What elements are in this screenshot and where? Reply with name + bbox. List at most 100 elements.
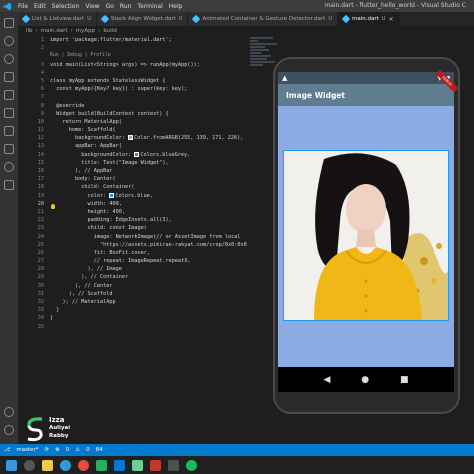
android-studio-icon[interactable] xyxy=(96,459,107,471)
line-number: 28 xyxy=(37,266,44,273)
app-taskbar-icon[interactable] xyxy=(150,459,161,471)
warning-count-icon[interactable]: ⚠ xyxy=(75,447,80,453)
sync-icon[interactable]: ⟳ xyxy=(45,447,50,453)
extensions-icon[interactable] xyxy=(4,90,14,100)
remote-explorer-icon[interactable] xyxy=(4,126,14,136)
android-nav-bar: ◀ ● ■ xyxy=(278,367,454,392)
line-number: 11 xyxy=(37,127,44,134)
account-icon[interactable] xyxy=(4,407,14,417)
count-badge: 84 xyxy=(95,447,103,453)
window-title: main.dart - flutter_hello_world - Visual… xyxy=(324,2,466,9)
line-number: 12 xyxy=(37,135,44,142)
line-number: 22 xyxy=(37,217,44,224)
brand-line2: Auliyai xyxy=(49,425,71,431)
app-bar-title: Image Widget xyxy=(286,90,345,100)
breadcrumb-item[interactable]: build xyxy=(103,28,117,34)
line-number: 26 xyxy=(37,249,44,256)
emulator-screen[interactable]: ▲ ▼◢▮ Image Widget DEBUG xyxy=(278,69,459,392)
spotify-icon[interactable] xyxy=(186,459,197,471)
menu-item-selection[interactable]: Selection xyxy=(52,3,80,10)
windows-taskbar xyxy=(0,456,474,474)
back-icon[interactable]: ◀ xyxy=(323,375,330,385)
tab-0[interactable]: List & Listview.dart U xyxy=(18,12,97,26)
warning-count: 0 xyxy=(86,447,90,453)
menu-item-file[interactable]: File xyxy=(18,3,28,10)
network-image xyxy=(284,151,448,320)
tab-1[interactable]: Stack Align Widget.dart U xyxy=(96,12,189,26)
testing-icon[interactable] xyxy=(4,108,14,118)
line-number: 27 xyxy=(37,258,44,265)
line-number: 32 xyxy=(37,299,44,305)
color-swatch-icon[interactable] xyxy=(109,192,115,198)
brand-line1: Izza xyxy=(49,416,65,424)
color-swatch-icon[interactable] xyxy=(128,135,134,141)
explorer-icon[interactable] xyxy=(4,18,14,28)
editor-tabs: List & Listview.dart U Stack Align Widget.… xyxy=(18,12,474,26)
untracked-badge: U xyxy=(178,16,183,22)
search-icon[interactable] xyxy=(4,36,14,46)
brand-logo: Izza Auliyai Rabby xyxy=(24,414,94,444)
menu-item-run[interactable]: Run xyxy=(120,3,132,10)
menu-bar: File Edit Selection View Go Run Terminal Help xyxy=(14,3,182,10)
gear-icon[interactable] xyxy=(4,425,14,435)
error-icon[interactable]: ⊗ xyxy=(55,447,60,453)
line-number xyxy=(18,52,46,60)
app-bar: Image Widget xyxy=(278,84,454,106)
run-debug-icon[interactable] xyxy=(4,72,14,82)
line-number: 17 xyxy=(37,176,44,183)
vscode-taskbar-icon[interactable] xyxy=(114,459,125,471)
line-number: 16 xyxy=(37,168,44,174)
menu-item-edit[interactable]: Edit xyxy=(34,3,46,10)
windows-start-icon[interactable] xyxy=(6,459,17,471)
breadcrumb-item[interactable]: myApp xyxy=(76,28,95,34)
line-number: 20 xyxy=(37,200,44,207)
image-container xyxy=(283,150,449,321)
chrome-icon[interactable] xyxy=(78,459,89,471)
tab-label: List & Listview.dart xyxy=(32,16,85,22)
line-number: 18 xyxy=(37,184,44,191)
line-number: 4 xyxy=(40,69,44,76)
line-number: 15 xyxy=(37,159,44,166)
branch-icon[interactable]: ⎇ xyxy=(4,447,10,453)
menu-item-terminal[interactable]: Terminal xyxy=(137,3,162,10)
edge-icon[interactable] xyxy=(60,459,71,471)
breadcrumb-item[interactable]: lib xyxy=(26,28,33,34)
flutter-icon[interactable] xyxy=(4,144,14,154)
line-number: 34 xyxy=(37,315,44,322)
line-number: 25 xyxy=(37,241,44,248)
tab-3[interactable]: main.dart U × xyxy=(338,12,400,26)
line-number: 21 xyxy=(37,208,44,215)
line-number: 5 xyxy=(40,77,44,84)
emulator-taskbar-icon[interactable] xyxy=(132,459,143,471)
tab-label: Stack Align Widget.dart xyxy=(110,16,176,22)
menu-item-view[interactable]: View xyxy=(85,3,99,10)
terminal-taskbar-icon[interactable] xyxy=(168,459,179,471)
line-number: 13 xyxy=(37,143,44,150)
line-number: 6 xyxy=(40,86,44,93)
line-number: 14 xyxy=(37,151,44,158)
close-icon[interactable]: × xyxy=(388,16,393,23)
search-taskbar-icon[interactable] xyxy=(24,459,35,471)
line-number: 35 xyxy=(37,323,44,330)
breadcrumb-separator: › xyxy=(70,28,73,34)
docker-icon[interactable] xyxy=(4,180,14,190)
activity-bar xyxy=(0,12,18,460)
breadcrumb-item[interactable]: main.dart xyxy=(41,28,68,34)
line-number: 1 xyxy=(40,37,44,43)
file-explorer-icon[interactable] xyxy=(42,459,53,471)
tab-2[interactable]: Animated Container & Gesture Detector.da… xyxy=(188,12,339,26)
home-icon[interactable]: ● xyxy=(361,375,369,385)
menu-item-go[interactable]: Go xyxy=(106,3,114,10)
source-control-icon[interactable] xyxy=(4,54,14,64)
github-icon[interactable] xyxy=(4,162,14,172)
dart-file-icon xyxy=(192,14,201,24)
line-number: 19 xyxy=(37,192,44,199)
branch-name[interactable]: master* xyxy=(16,447,38,453)
color-swatch-icon[interactable] xyxy=(134,151,140,157)
android-status-bar: ▲ ▼◢▮ xyxy=(278,72,454,84)
menu-item-help[interactable]: Help xyxy=(169,3,183,10)
recents-icon[interactable]: ■ xyxy=(400,375,409,385)
line-number: 7 xyxy=(40,94,44,101)
dart-file-icon xyxy=(341,14,351,24)
lightbulb-icon[interactable] xyxy=(51,204,55,209)
